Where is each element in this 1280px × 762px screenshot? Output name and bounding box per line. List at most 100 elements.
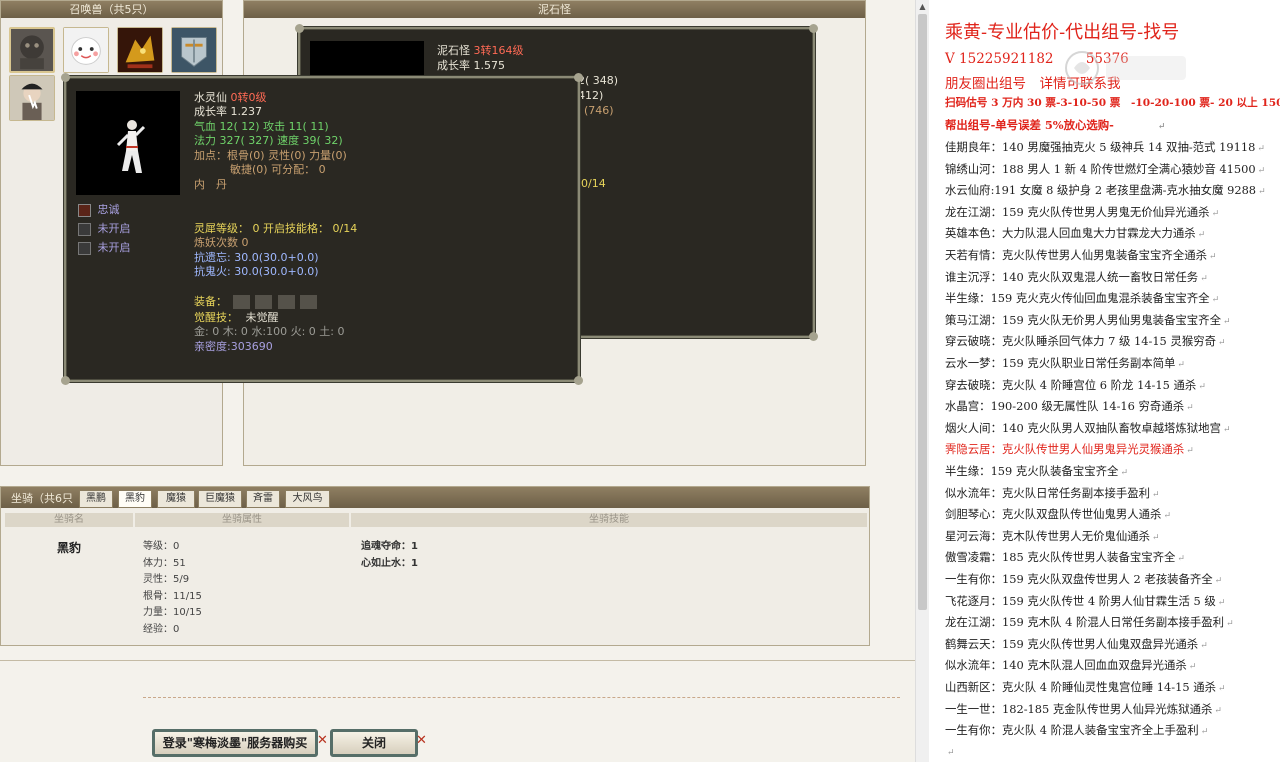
paragraph-mark: ↵ xyxy=(1211,208,1220,219)
paragraph-mark: ↵ xyxy=(1186,446,1194,457)
equip-label: 装备： xyxy=(194,295,227,308)
doc-entry-text: 半生缘：159 克火克火传仙回血鬼混杀装备宝宝齐全 xyxy=(945,291,1210,306)
doc-entry-text: 山西新区：克火队 4 阶睡仙灵性鬼宫位睡 14-15 通杀 xyxy=(945,680,1216,694)
doc-entry-text: 似水流年：克火队日常任务副本接手盈利 xyxy=(945,485,1151,500)
doc-entry-text: 水云仙府:191 女魔 8 级护身 2 老孩里盘满-克水抽女魔 9288 xyxy=(945,183,1257,198)
close-button[interactable]: 关闭 xyxy=(330,729,418,757)
text-document[interactable]: 乘黄-专业估价-代出组号-找号 V 15225921182 55376 朋友圈出… xyxy=(929,0,1280,762)
mount-tab-2[interactable]: 魔猿 xyxy=(157,490,195,508)
doc-entry: 烟火人间：140 克火队男人双抽队畜牧卓越塔炼狱地宫 ↵ xyxy=(945,420,1231,436)
tooltip-corner xyxy=(61,73,70,82)
paragraph-mark: ↵ xyxy=(947,747,955,758)
equip-row: 装备： xyxy=(194,295,317,310)
doc-entry-text: 飞花逐月：159 克火队传世 4 阶男人仙甘霖生活 5 级 xyxy=(945,593,1216,608)
water-fairy-hp-attack: 气血 12( 12) 攻击 11( 11) xyxy=(194,120,329,133)
pet-slot-stone-monster[interactable] xyxy=(9,27,55,73)
equip-slot[interactable] xyxy=(300,295,317,309)
mount-tab-1[interactable]: 黑豹 xyxy=(118,490,152,508)
paragraph-mark: ↵ xyxy=(1198,381,1206,392)
doc-entry-text: 英雄本色：大力队混人回血鬼大力甘霖龙大力通杀 xyxy=(945,226,1196,241)
paragraph-mark: ↵ xyxy=(1177,360,1185,370)
doc-entry-text: 似水流年：140 克木队混人回血血双盘异光通杀 xyxy=(945,658,1187,673)
stone-monster-name: 泥石怪 xyxy=(437,44,470,57)
skill-row-locked-1[interactable]: 未开启 xyxy=(78,222,131,237)
element-values: 金: 0 木: 0 水:100 火: 0 土: 0 xyxy=(194,325,345,338)
paragraph-mark: ↵ xyxy=(1214,705,1222,716)
buy-server-button[interactable]: 登录"寒梅淡墨"服务器购买 xyxy=(152,729,318,757)
paragraph-mark: ↵ xyxy=(1200,273,1208,284)
buy-close-icon: ✕ xyxy=(317,733,328,748)
mount-stat: 体力：51 xyxy=(143,558,186,569)
pet-slot-spirit[interactable] xyxy=(63,27,109,73)
stone-monster-hp-fragment: 2( 348) xyxy=(578,74,619,87)
water-fairy-tooltip: 水灵仙 0转0级 成长率 1.237 气血 12( 12) 攻击 11( 11)… xyxy=(61,73,583,385)
mount-stat: 灵性：5/9 xyxy=(143,574,190,585)
mount-tab-0[interactable]: 黑鹏 xyxy=(79,490,113,508)
doc-entry: 似水流年：克火队日常任务副本接手盈利 ↵ xyxy=(945,485,1160,501)
tooltip-corner xyxy=(574,73,583,82)
scroll-up-arrow-icon[interactable]: ▲ xyxy=(916,0,929,14)
doc-entry-text: 佳期良年：140 男魔强抽克火 5 级神兵 14 双抽-范式 19118 xyxy=(945,140,1256,154)
close-cross-icon: ✕ xyxy=(416,733,427,748)
skill-label: 忠诚 xyxy=(97,203,120,216)
water-fairy-figure xyxy=(116,120,146,173)
vertical-scrollbar[interactable]: ▲ xyxy=(915,0,929,762)
pet-slot-armor[interactable] xyxy=(171,27,217,73)
paragraph-mark: ↵ xyxy=(1188,662,1197,673)
doc-entry: 飞花逐月：159 克火队传世 4 阶男人仙甘霖生活 5 级 ↵ xyxy=(945,593,1225,609)
paragraph-mark: ↵ xyxy=(1218,684,1226,694)
paragraph-mark: ↵ xyxy=(1218,338,1226,349)
doc-entry-text: 水晶宫：190-200 级无属性队 14-16 穷奇通杀 xyxy=(945,399,1185,414)
stone-monster-level: 3转164级 xyxy=(473,44,524,57)
doc-entry-text: 策马江湖：159 克火队无价男人男仙男鬼装备宝宝齐全 xyxy=(945,312,1221,327)
doc-entry-text: 鹤舞云天：159 克火队传世男人仙鬼双盘异光通杀 xyxy=(945,636,1199,651)
paragraph-mark: ↵ xyxy=(1257,165,1266,176)
doc-entry-text: 龙在江湖：159 克木队 4 阶混人日常任务副本接手盈利 xyxy=(945,615,1225,630)
doc-entry: 水云仙府:191 女魔 8 级护身 2 老孩里盘满-克水抽女魔 9288 ↵ xyxy=(945,182,1266,198)
water-fairy-points: 加点：根骨(0) 灵性(0) 力量(0) xyxy=(194,149,347,162)
doc-trailing-mark: ↵ xyxy=(945,744,955,758)
skill-row-loyalty[interactable]: 忠诚 xyxy=(78,203,120,218)
water-fairy-growth: 成长率 1.237 xyxy=(194,105,262,118)
doc-entry: 剑胆琴心：克火队双盘队传世仙鬼男人通杀 ↵ xyxy=(945,506,1171,522)
skill-row-locked-2[interactable]: 未开启 xyxy=(78,241,131,256)
equip-slot[interactable] xyxy=(277,295,295,309)
water-fairy-neidan: 内 丹 xyxy=(194,178,227,191)
stone-monster-growth: 成长率 1.575 xyxy=(437,59,505,72)
doc-entry-text: 傲雪凌霜：185 克火队传世男人装备宝宝齐全 xyxy=(945,550,1176,565)
tooltip-corner xyxy=(809,24,818,33)
mount-tab-4[interactable]: 斉雷 xyxy=(246,490,280,508)
paragraph-mark: ↵ xyxy=(1211,295,1220,306)
doc-entry-text: 半生缘：159 克火队装备宝宝齐全 xyxy=(945,464,1119,478)
doc-entry-text: 剑胆琴心：克火队双盘队传世仙鬼男人通杀 xyxy=(945,507,1162,522)
mount-title: 坐骑（共6只 xyxy=(11,492,73,505)
watermark-logo xyxy=(1065,51,1186,85)
mount-name[interactable]: 黑豹 xyxy=(57,539,81,556)
tooltip-corner xyxy=(295,24,304,33)
tooltip-corner xyxy=(574,376,583,385)
mount-skill: 追魂夺命：1 xyxy=(361,541,418,552)
stone-monster-mp-fragment: 412) xyxy=(578,89,604,102)
scroll-thumb[interactable] xyxy=(918,14,927,610)
equip-slot[interactable] xyxy=(255,295,272,309)
paragraph-mark: ↵ xyxy=(1258,187,1266,198)
doc-entry-text: 一生有你：159 克火队双盘传世男人 2 老孩装备齐全 xyxy=(945,572,1213,586)
paragraph-mark: ↵ xyxy=(1152,489,1160,500)
doc-entry: 一生有你：克火队 4 阶混人装备宝宝齐全上手盈利 ↵ xyxy=(945,722,1208,738)
doc-entry-text: 星河云海：克木队传世男人无价鬼仙通杀 xyxy=(945,528,1151,543)
locked-slot-icon xyxy=(78,241,91,255)
loyalty-skill-icon xyxy=(78,203,91,217)
pet-slot-dragon[interactable] xyxy=(117,27,163,73)
doc-entry-text: 锦绣山河：188 男人 1 新 4 阶传世燃灯全满心猿妙音 41500 xyxy=(945,161,1256,176)
doc-entry-text: 穿去破晓：克火队 4 阶睡宫位 6 阶龙 14-15 通杀 xyxy=(945,377,1197,392)
mount-tab-5[interactable]: 大风鸟 xyxy=(285,490,330,508)
equip-slot[interactable] xyxy=(232,295,250,309)
water-fairy-level: 0转0级 xyxy=(230,91,267,104)
pet-slot-water-fairy[interactable] xyxy=(9,75,55,121)
doc-entry: 星河云海：克木队传世男人无价鬼仙通杀 ↵ xyxy=(945,528,1160,544)
pet-detail-title: 泥石怪 xyxy=(244,1,865,18)
paragraph-mark: ↵ xyxy=(1222,316,1231,327)
doc-pricing-line: 扫码估号 3 万内 30 票-3-10-50 票 -10-20-100 票- 2… xyxy=(945,97,1280,109)
awaken-value: 未觉醒 xyxy=(245,311,279,324)
mount-tab-3[interactable]: 巨魔猿 xyxy=(198,490,242,508)
